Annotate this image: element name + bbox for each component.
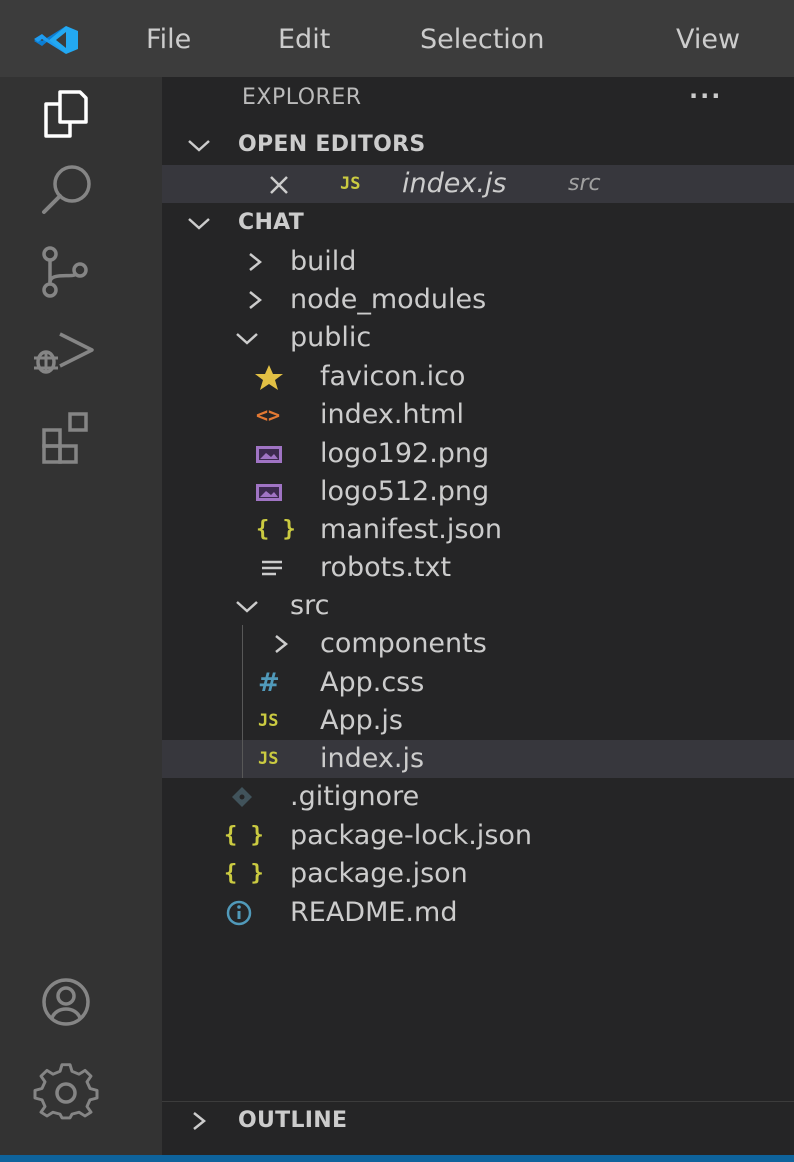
extensions-icon[interactable] xyxy=(30,404,102,466)
file-label: manifest.json xyxy=(320,514,503,545)
tree-item-gitignore[interactable]: .gitignore xyxy=(162,778,794,816)
tree-item-app-js[interactable]: JS App.js xyxy=(162,702,794,740)
open-editor-path: src xyxy=(568,171,601,196)
image-icon xyxy=(256,484,282,501)
run-debug-icon[interactable] xyxy=(30,322,102,384)
search-icon[interactable] xyxy=(30,160,102,222)
tree-item-robots[interactable]: robots.txt xyxy=(162,549,794,587)
chevron-down-icon xyxy=(236,601,258,613)
title-bar: File Edit Selection View xyxy=(0,0,794,77)
tree-item-components[interactable]: components xyxy=(162,625,794,663)
menu-selection[interactable]: Selection xyxy=(420,20,544,60)
explorer-icon[interactable] xyxy=(30,82,102,144)
json-braces-icon: { } xyxy=(224,823,264,848)
menu-edit[interactable]: Edit xyxy=(278,20,330,60)
explorer-title-row: EXPLORER ... xyxy=(162,76,794,117)
open-editor-filename: index.js xyxy=(402,168,507,199)
status-accent-bar xyxy=(0,1155,794,1162)
tree-item-app-css[interactable]: # App.css xyxy=(162,664,794,702)
tree-item-package-lock[interactable]: { } package-lock.json xyxy=(162,817,794,855)
js-icon: JS xyxy=(258,711,279,731)
vscode-window: File Edit Selection View EXPLORER ... OP… xyxy=(0,0,794,1162)
workspace-label: CHAT xyxy=(238,210,305,235)
explorer-title: EXPLORER xyxy=(242,85,362,110)
menu-view[interactable]: View xyxy=(676,20,740,60)
folder-label: public xyxy=(290,322,372,353)
tree-item-index-html[interactable]: <> index.html xyxy=(162,396,794,434)
chevron-down-icon xyxy=(188,218,210,230)
close-icon[interactable] xyxy=(264,165,294,203)
tree-item-build[interactable]: build xyxy=(162,243,794,281)
file-label: .gitignore xyxy=(290,781,420,812)
image-icon xyxy=(256,446,282,463)
tree-item-public[interactable]: public xyxy=(162,319,794,357)
file-label: robots.txt xyxy=(320,552,452,583)
tree-item-favicon[interactable]: favicon.ico xyxy=(162,358,794,396)
tree-item-readme[interactable]: README.md xyxy=(162,894,794,932)
info-icon xyxy=(226,900,252,926)
file-label: App.js xyxy=(320,705,403,736)
accounts-icon[interactable] xyxy=(30,972,102,1034)
open-editors-label: OPEN EDITORS xyxy=(238,132,426,157)
indent-guide xyxy=(242,625,243,778)
chevron-down-icon xyxy=(236,333,258,345)
tree-item-manifest[interactable]: { } manifest.json xyxy=(162,511,794,549)
chevron-right-icon xyxy=(193,1112,207,1130)
css-hash-icon: # xyxy=(258,668,280,698)
git-icon xyxy=(232,787,252,807)
workspace-header[interactable]: CHAT xyxy=(162,204,794,242)
chevron-right-icon xyxy=(249,291,263,309)
chevron-down-icon xyxy=(188,140,210,152)
json-braces-icon: { } xyxy=(224,861,264,886)
tree-item-node-modules[interactable]: node_modules xyxy=(162,281,794,319)
tree-item-src[interactable]: src xyxy=(162,587,794,625)
more-actions-button[interactable]: ... xyxy=(689,71,722,109)
manage-gear-icon[interactable] xyxy=(30,1062,102,1124)
folder-label: src xyxy=(290,590,330,621)
chevron-right-icon xyxy=(275,635,289,653)
code-brackets-icon: <> xyxy=(256,403,281,427)
open-editor-item[interactable]: JS index.js src xyxy=(162,165,794,203)
text-lines-icon xyxy=(262,560,282,576)
menu-file[interactable]: File xyxy=(146,20,191,60)
tree-item-package-json[interactable]: { } package.json xyxy=(162,855,794,893)
star-icon xyxy=(255,365,283,390)
js-icon: JS xyxy=(258,749,279,769)
outline-header[interactable]: OUTLINE xyxy=(162,1101,794,1140)
file-label: logo512.png xyxy=(320,476,490,507)
tree-item-logo512[interactable]: logo512.png xyxy=(162,473,794,511)
file-label: index.js xyxy=(320,743,425,774)
file-label: App.css xyxy=(320,667,425,698)
folder-label: build xyxy=(290,246,357,277)
folder-label: components xyxy=(320,628,487,659)
file-label: index.html xyxy=(320,399,464,430)
source-control-icon[interactable] xyxy=(30,240,102,302)
tree-item-index-js[interactable]: JS index.js xyxy=(162,740,794,778)
open-editors-header[interactable]: OPEN EDITORS xyxy=(162,126,794,164)
explorer-sidebar: EXPLORER ... OPEN EDITORS JS index.js sr… xyxy=(162,76,794,1155)
folder-label: node_modules xyxy=(290,284,487,315)
json-braces-icon: { } xyxy=(256,517,296,542)
js-icon: JS xyxy=(340,174,361,194)
outline-label: OUTLINE xyxy=(238,1108,348,1133)
file-label: logo192.png xyxy=(320,438,490,469)
tree-item-logo192[interactable]: logo192.png xyxy=(162,435,794,473)
file-label: package-lock.json xyxy=(290,820,533,851)
activity-bar xyxy=(0,77,162,1162)
file-label: README.md xyxy=(290,897,458,928)
vscode-logo-icon[interactable] xyxy=(30,24,80,56)
file-label: favicon.ico xyxy=(320,361,466,392)
chevron-right-icon xyxy=(249,253,263,271)
file-label: package.json xyxy=(290,858,468,889)
